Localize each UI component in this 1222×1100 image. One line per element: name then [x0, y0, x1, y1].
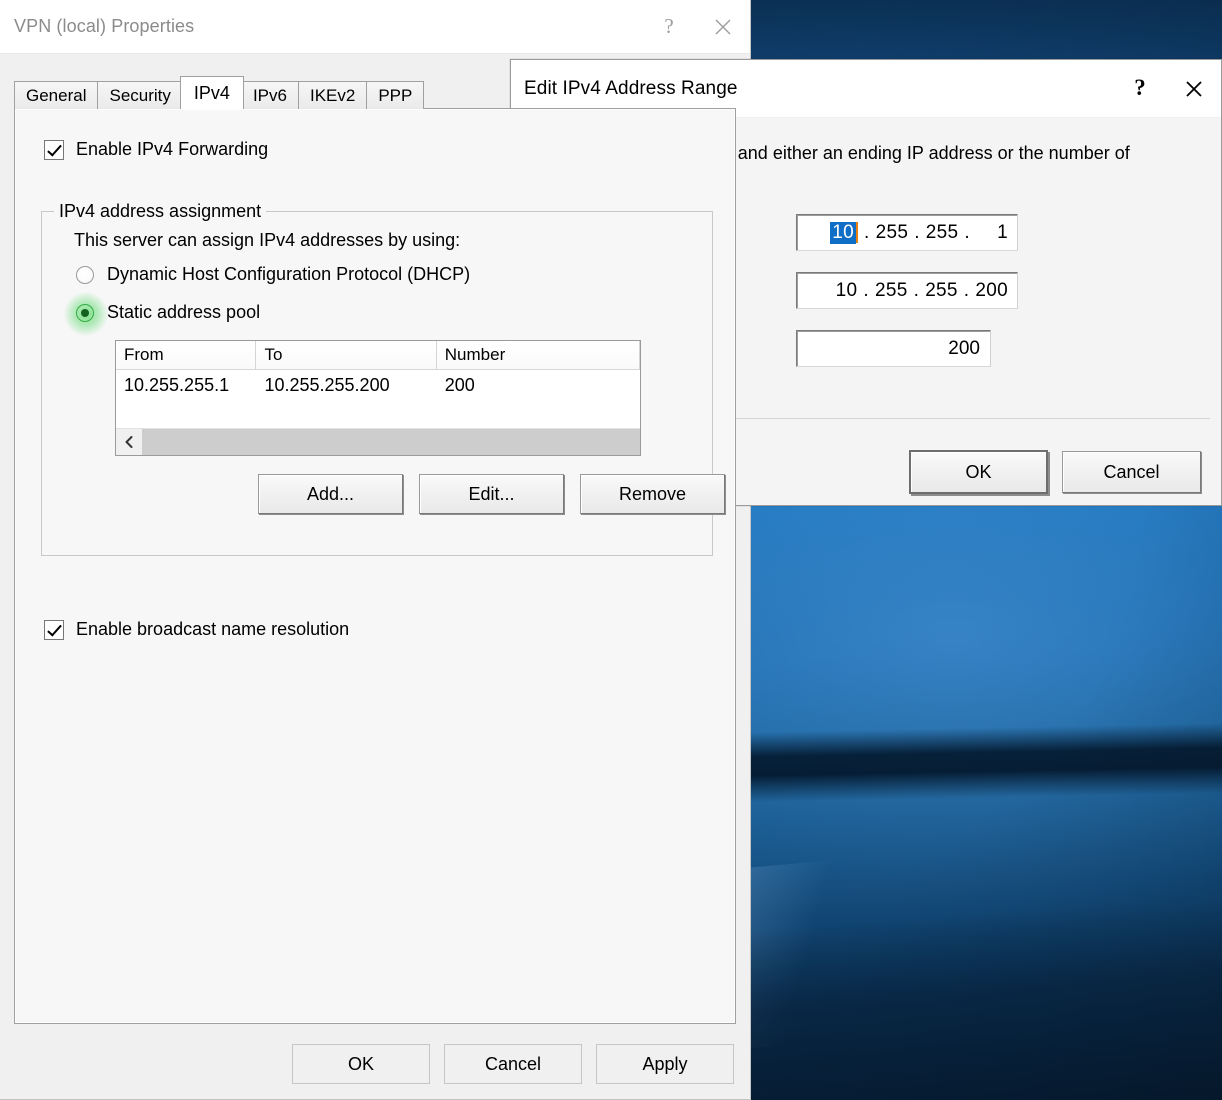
tab-panel-surface: Enable IPv4 Forwarding IPv4 address assi… — [16, 110, 734, 1022]
enable-ipv4-forwarding-label: Enable IPv4 Forwarding — [76, 139, 269, 159]
radio-dhcp-row[interactable]: Dynamic Host Configuration Protocol (DHC… — [76, 264, 470, 285]
enable-ipv4-forwarding-checkbox[interactable] — [44, 139, 64, 160]
ipv4-tab-panel: Enable IPv4 Forwarding IPv4 address assi… — [14, 108, 736, 1024]
start-ip-octet-1[interactable]: 10 — [830, 221, 856, 244]
group-subtitle: This server can assign IPv4 addresses by… — [74, 230, 461, 250]
group-title: IPv4 address assignment — [54, 201, 267, 222]
tab-ikev2[interactable]: IKEv2 — [297, 81, 368, 109]
dialog-cancel-button[interactable]: Cancel — [1062, 451, 1201, 493]
dialog-ok-button[interactable]: OK — [909, 450, 1048, 494]
end-ip-octet-4[interactable]: 200 — [975, 280, 1008, 302]
address-pool-table[interactable]: From To Number 10.255.255.1 10.255.255.2… — [115, 340, 641, 456]
ip-dot-1: . — [863, 279, 869, 301]
ip-dot-2: . — [914, 221, 920, 243]
help-icon[interactable]: ? — [642, 0, 696, 54]
ip-dot-3: . — [964, 221, 970, 243]
cell-to: 10.255.255.200 — [264, 374, 390, 395]
enable-broadcast-name-resolution-checkbox[interactable] — [44, 619, 64, 640]
ip-dot-1: . — [864, 221, 870, 243]
table-row[interactable]: 10.255.255.1 10.255.255.200 200 — [116, 370, 640, 400]
apply-button[interactable]: Apply — [596, 1044, 734, 1084]
close-x-icon[interactable] — [1167, 62, 1221, 116]
tab-ipv4[interactable]: IPv4 — [179, 76, 244, 109]
start-ip-octet-2[interactable]: 255 — [876, 222, 909, 244]
help-icon[interactable]: ? — [1113, 62, 1167, 116]
close-x-icon[interactable] — [696, 0, 750, 54]
edit-button[interactable]: Edit... — [419, 474, 564, 514]
radio-static-pool[interactable] — [64, 291, 108, 336]
tab-strip: General Security IPv4 IPv6 IKEv2 PPP — [14, 76, 736, 109]
radio-static-pool-label: Static address pool — [107, 302, 261, 322]
cancel-button[interactable]: Cancel — [444, 1044, 582, 1084]
chevron-left-icon[interactable] — [116, 429, 142, 455]
enable-broadcast-name-resolution-label: Enable broadcast name resolution — [76, 619, 350, 639]
focus-glow-indicator — [64, 291, 108, 336]
tab-general[interactable]: General — [14, 81, 99, 109]
radio-dhcp[interactable] — [76, 265, 94, 284]
start-ip-input[interactable]: 10. 255. 255. 1 — [796, 214, 1018, 251]
start-ip-octet-3[interactable]: 255 — [926, 222, 959, 244]
tab-security[interactable]: Security — [97, 81, 183, 109]
horizontal-scrollbar[interactable] — [116, 428, 640, 455]
remove-button[interactable]: Remove — [580, 474, 725, 514]
number-of-addresses-input[interactable]: 200 — [796, 330, 991, 367]
radio-dhcp-label: Dynamic Host Configuration Protocol (DHC… — [107, 264, 471, 284]
scrollbar-thumb[interactable] — [142, 429, 640, 455]
column-header-to[interactable]: To — [256, 341, 437, 369]
main-window-title: VPN (local) Properties — [14, 16, 195, 36]
tab-ppp[interactable]: PPP — [366, 81, 425, 109]
column-header-number[interactable]: Number — [436, 341, 640, 369]
ip-dot-2: . — [913, 279, 920, 301]
main-window-titlebar: VPN (local) Properties ? — [0, 0, 750, 54]
end-ip-input[interactable]: 10. 255. 255. 200 — [796, 272, 1018, 309]
cell-number: 200 — [444, 374, 475, 395]
svg-text:?: ? — [1134, 77, 1146, 100]
add-button[interactable]: Add... — [258, 474, 403, 514]
ip-dot-3: . — [963, 279, 970, 301]
enable-ipv4-forwarding-row[interactable]: Enable IPv4 Forwarding — [44, 139, 268, 160]
enable-broadcast-name-resolution-row[interactable]: Enable broadcast name resolution — [44, 619, 349, 640]
ok-button[interactable]: OK — [292, 1044, 430, 1084]
svg-text:?: ? — [664, 16, 673, 38]
end-ip-octet-2[interactable]: 255 — [875, 280, 908, 302]
vpn-properties-window: VPN (local) Properties ? General Securit… — [0, 0, 751, 1100]
table-header-row: From To Number — [116, 341, 640, 370]
column-header-from[interactable]: From — [116, 341, 257, 369]
cell-from: 10.255.255.1 — [124, 374, 230, 395]
end-ip-octet-1[interactable]: 10 — [831, 280, 857, 302]
start-ip-octet-4[interactable]: 1 — [976, 222, 1008, 244]
radio-static-pool-row[interactable]: Static address pool — [64, 291, 261, 336]
screen: VPN (local) Properties ? General Securit… — [0, 0, 1222, 1100]
ipv4-address-assignment-group: IPv4 address assignment This server can … — [41, 201, 725, 556]
end-ip-octet-3[interactable]: 255 — [925, 280, 958, 302]
tab-ipv6[interactable]: IPv6 — [240, 81, 299, 109]
